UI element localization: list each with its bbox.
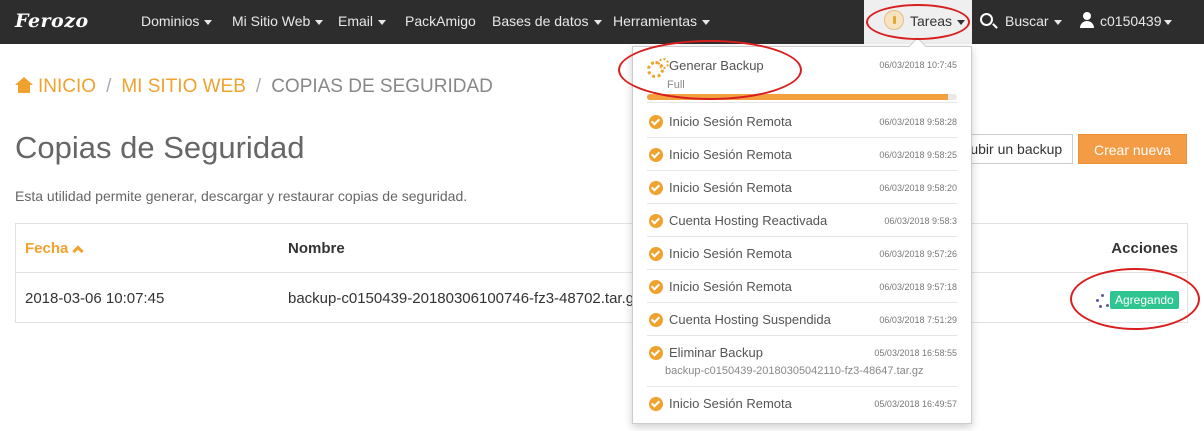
task-item[interactable]: Cuenta Hosting Suspendida 06/03/2018 7:51… (647, 303, 957, 336)
nav-dominios[interactable]: Dominios (141, 0, 213, 44)
check-circle-icon (649, 214, 663, 228)
annotation-ring-agregando (1070, 268, 1200, 330)
cell-nombre: backup-c0150439-20180306100746-fz3-48702… (288, 290, 642, 307)
task-timestamp: 06/03/2018 9:57:18 (879, 282, 957, 292)
task-timestamp: 06/03/2018 7:51:29 (879, 315, 957, 325)
task-item[interactable]: Inicio Sesión Remota 06/03/2018 9:58:28 (647, 105, 957, 138)
caret-down-icon (1163, 19, 1172, 25)
column-header-acciones: Acciones (1111, 240, 1178, 257)
page-description: Esta utilidad permite generar, descargar… (15, 188, 468, 204)
task-item[interactable]: Inicio Sesión Remota 05/03/2018 16:49:57 (647, 387, 957, 420)
ferozo-logo[interactable]: Ferozo (15, 10, 89, 32)
task-title: Cuenta Hosting Suspendida (669, 312, 831, 327)
task-item[interactable]: Eliminar Backup 05/03/2018 16:58:55 backup… (647, 336, 957, 387)
cell-fecha: 2018-03-06 10:07:45 (25, 290, 165, 307)
check-circle-icon (649, 346, 663, 360)
task-item[interactable]: Cuenta Hosting Reactivada 06/03/2018 9:58… (647, 204, 957, 237)
task-timestamp: 05/03/2018 16:49:57 (874, 399, 957, 409)
backups-table: Fecha Nombre Acciones 2018-03-06 10:07:4… (15, 223, 1188, 323)
task-title: Eliminar Backup (669, 345, 763, 360)
task-title: Inicio Sesión Remota (669, 279, 792, 294)
check-circle-icon (649, 397, 663, 411)
task-subtitle: backup-c0150439-20180305042110-fz3-48647… (665, 365, 924, 377)
task-timestamp: 06/03/2018 9:58:25 (879, 150, 957, 160)
top-navbar: Ferozo Dominios Mi Sitio Web Email PackA… (0, 0, 1204, 44)
check-circle-icon (649, 115, 663, 129)
task-timestamp: 06/03/2018 9:58:3 (884, 216, 957, 226)
task-timestamp: 06/03/2018 9:57:26 (879, 249, 957, 259)
caret-down-icon (378, 19, 387, 25)
annotation-ring-generar-backup (618, 40, 802, 100)
upload-backup-button[interactable]: Subir un backup (960, 134, 1073, 164)
task-title: Cuenta Hosting Reactivada (669, 213, 828, 228)
check-circle-icon (649, 181, 663, 195)
breadcrumb-mi-sitio-web[interactable]: MI SITIO WEB (121, 76, 246, 97)
caret-down-icon (204, 19, 213, 25)
page-title: Copias de Seguridad (15, 130, 305, 165)
nav-bases-de-datos[interactable]: Bases de datos (492, 0, 602, 44)
nav-mi-sitio-web[interactable]: Mi Sitio Web (232, 0, 324, 44)
check-circle-icon (649, 148, 663, 162)
breadcrumb: INICIO / MI SITIO WEB / COPIAS DE SEGURIDAD (15, 76, 493, 98)
nav-buscar[interactable]: Buscar (1005, 0, 1062, 44)
check-circle-icon (649, 280, 663, 294)
task-timestamp: 05/03/2018 16:58:55 (874, 348, 957, 358)
task-timestamp: 06/03/2018 9:58:20 (879, 183, 957, 193)
task-item[interactable]: Inicio Sesión Remota 06/03/2018 9:58:25 (647, 138, 957, 171)
annotation-ring-tareas (866, 4, 970, 40)
check-circle-icon (649, 247, 663, 261)
breadcrumb-current: COPIAS DE SEGURIDAD (271, 76, 493, 97)
task-timestamp: 06/03/2018 9:58:28 (879, 117, 957, 127)
nav-herramientas[interactable]: Herramientas (613, 0, 711, 44)
user-icon[interactable] (1080, 12, 1094, 29)
column-header-fecha[interactable]: Fecha (25, 240, 85, 257)
nav-email[interactable]: Email (338, 0, 387, 44)
task-item[interactable]: Inicio Sesión Remota 06/03/2018 9:57:18 (647, 270, 957, 303)
breadcrumb-separator: / (255, 76, 262, 97)
caret-down-icon (593, 19, 602, 25)
breadcrumb-inicio[interactable]: INICIO (38, 76, 96, 97)
table-header: Fecha Nombre Acciones (16, 224, 1187, 273)
create-backup-button[interactable]: Crear nueva (1078, 134, 1187, 164)
task-item[interactable]: Inicio Sesión Remota 06/03/2018 9:57:26 (647, 237, 957, 270)
check-circle-icon (649, 313, 663, 327)
caret-down-icon (702, 19, 711, 25)
home-icon (15, 77, 33, 93)
nav-user[interactable]: c0150439 (1100, 0, 1172, 44)
caret-down-icon (1053, 19, 1062, 25)
task-item[interactable]: Inicio Sesión Remota 06/03/2018 9:58:20 (647, 171, 957, 204)
task-timestamp: 06/03/2018 10:7:45 (879, 60, 957, 70)
search-icon[interactable] (980, 13, 993, 26)
task-title: Inicio Sesión Remota (669, 180, 792, 195)
sort-asc-icon (72, 245, 85, 257)
task-title: Inicio Sesión Remota (669, 114, 792, 129)
task-title: Inicio Sesión Remota (669, 396, 792, 411)
column-header-nombre[interactable]: Nombre (288, 240, 345, 257)
breadcrumb-separator: / (106, 76, 112, 97)
caret-down-icon (315, 19, 324, 25)
nav-packamigo[interactable]: PackAmigo (405, 0, 476, 44)
tasks-dropdown: Generar Backup 06/03/2018 10:7:45 Full I… (632, 46, 972, 424)
task-title: Inicio Sesión Remota (669, 246, 792, 261)
task-title: Inicio Sesión Remota (669, 147, 792, 162)
